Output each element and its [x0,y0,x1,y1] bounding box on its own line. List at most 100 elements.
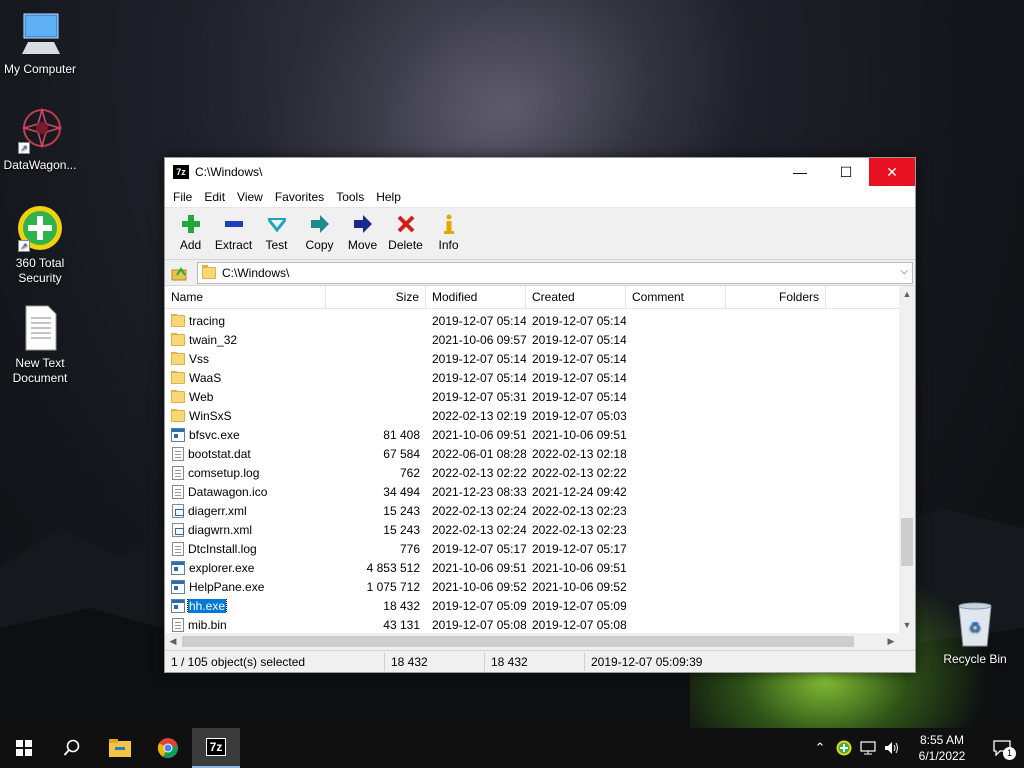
cell-size: 4 853 512 [366,560,420,575]
column-header-name[interactable]: Name [165,286,326,308]
svg-text:♻: ♻ [969,620,982,636]
table-row[interactable]: Web 2019-12-07 05:31 2019-12-07 05:14 [165,387,899,406]
cell-name: twain_32 [165,332,326,347]
chevron-up-icon[interactable]: ⌃ [808,728,832,768]
table-row[interactable]: explorer.exe 4 853 512 2021-10-06 09:51 202… [165,558,899,577]
column-header-size[interactable]: Size [326,286,426,308]
file-list: Name Size Modified Created Comment Folde… [165,286,915,650]
horizontal-scroll-thumb[interactable] [182,636,854,647]
table-row[interactable]: Datawagon.ico 34 494 2021-12-23 08:33 2021-… [165,482,899,501]
desktop-icon-datawagon[interactable]: ↗ DataWagon... [0,106,80,173]
title-bar[interactable]: 7z C:\Windows\ — ☐ ✕ [165,158,915,186]
table-row[interactable]: twain_32 2021-10-06 09:57 2019-12-07 05:14 [165,330,899,349]
scroll-left-icon[interactable]: ◀ [165,633,181,650]
scroll-right-icon[interactable]: ▶ [883,633,899,650]
cell-name: WaaS [165,370,326,385]
menu-tools[interactable]: Tools [330,190,370,204]
address-combobox[interactable]: ⌵ [197,261,913,284]
file-icon [172,446,184,461]
table-row[interactable]: HelpPane.exe 1 075 712 2021-10-06 09:52 202… [165,577,899,596]
clock[interactable]: 8:55 AM 6/1/2022 [904,732,980,764]
search-icon [63,739,80,756]
scroll-down-icon[interactable]: ▼ [899,617,915,633]
maximize-button[interactable]: ☐ [823,158,869,186]
table-row[interactable]: diagerr.xml 15 243 2022-02-13 02:24 2022-02… [165,501,899,520]
search-button[interactable] [48,728,96,768]
add-icon [179,212,203,236]
copy-icon [308,212,332,236]
minimize-button[interactable]: — [777,158,823,186]
executable-file-icon [171,560,185,575]
start-button[interactable] [0,728,48,768]
desktop-icon-my-computer[interactable]: My Computer [0,10,80,77]
scroll-up-icon[interactable]: ▲ [899,286,915,302]
address-input[interactable] [222,265,822,280]
taskbar-chrome[interactable] [144,728,192,768]
column-header-folders[interactable]: Folders [726,286,826,308]
file-name: explorer.exe [189,560,255,575]
cell-name: Web [165,389,326,404]
menu-view[interactable]: View [231,190,269,204]
notification-badge: 1 [1003,747,1016,760]
add-button[interactable]: Add [169,212,212,252]
network-icon[interactable] [856,728,880,768]
table-row[interactable]: comsetup.log 762 2022-02-13 02:22 2022-02-1… [165,463,899,482]
cell-modified: 2019-12-07 05:08 [432,617,526,632]
menu-file[interactable]: File [167,190,198,204]
table-row[interactable]: DtcInstall.log 776 2019-12-07 05:17 2019-12… [165,539,899,558]
table-row[interactable]: WaaS 2019-12-07 05:14 2019-12-07 05:14 [165,368,899,387]
file-explorer-icon [109,739,131,757]
horizontal-scrollbar[interactable]: ◀ ▶ [165,633,899,650]
table-row[interactable]: hh.exe 18 432 2019-12-07 05:09 2019-12-07 0… [165,596,899,615]
table-row[interactable]: bootstat.dat 67 584 2022-06-01 08:28 2022-0… [165,444,899,463]
desktop-icon-recycle-bin[interactable]: ♻ Recycle Bin [935,600,1015,667]
copy-button[interactable]: Copy [298,212,341,252]
notification-center-button[interactable]: 1 [980,728,1024,768]
copy-label: Copy [305,238,334,252]
column-header-row: Name Size Modified Created Comment Folde… [165,286,915,309]
chevron-down-icon[interactable]: ⌵ [900,266,908,277]
recycle-bin-icon: ♻ [958,602,992,647]
extract-button[interactable]: Extract [212,212,255,252]
menu-help[interactable]: Help [370,190,407,204]
clock-date: 6/1/2022 [918,749,966,763]
table-row[interactable]: diagwrn.xml 15 243 2022-02-13 02:24 2022-02… [165,520,899,539]
test-button[interactable]: Test [255,212,298,252]
table-row[interactable]: tracing 2019-12-07 05:14 2019-12-07 05:14 [165,311,899,330]
cell-size: 1 075 712 [366,579,420,594]
column-header-comment[interactable]: Comment [626,286,726,308]
taskbar-7zip[interactable]: 7z [192,728,240,768]
move-button[interactable]: Move [341,212,384,252]
delete-button[interactable]: Delete [384,212,427,252]
table-row[interactable]: Vss 2019-12-07 05:14 2019-12-07 05:14 [165,349,899,368]
file-name: bootstat.dat [188,446,251,461]
cell-modified: 2021-10-06 09:51 [432,427,526,442]
cell-modified: 2021-12-23 08:33 [432,484,526,499]
cell-size: 81 408 [383,427,420,442]
column-header-modified[interactable]: Modified [426,286,526,308]
desktop-icon-new-text-document[interactable]: New Text Document [0,304,80,386]
360-tray-icon[interactable] [832,728,856,768]
desktop-icon-360-total-security[interactable]: ↗ 360 Total Security [0,204,80,286]
cell-size: 67 584 [383,446,420,461]
close-button[interactable]: ✕ [869,158,915,186]
7zip-taskbar-icon: 7z [205,738,227,756]
taskbar-file-explorer[interactable] [96,728,144,768]
menu-edit[interactable]: Edit [198,190,231,204]
table-row[interactable]: mib.bin 43 131 2019-12-07 05:08 2019-12-07 … [165,615,899,633]
status-selection: 1 / 105 object(s) selected [165,652,385,671]
volume-icon[interactable] [880,728,904,768]
table-row[interactable]: bfsvc.exe 81 408 2021-10-06 09:51 2021-10-0… [165,425,899,444]
test-icon [265,212,289,236]
cell-modified: 2022-02-13 02:24 [432,522,526,537]
table-row[interactable]: WinSxS 2022-02-13 02:19 2019-12-07 05:03 [165,406,899,425]
vertical-scrollbar[interactable]: ▲ ▼ [899,286,915,633]
column-header-created[interactable]: Created [526,286,626,308]
up-folder-button[interactable] [169,263,191,283]
cell-name: bootstat.dat [165,446,326,461]
vertical-scroll-thumb[interactable] [901,518,913,566]
menu-favorites[interactable]: Favorites [269,190,330,204]
file-name: WaaS [189,370,222,385]
folder-icon [171,351,185,365]
info-button[interactable]: Info [427,212,470,252]
